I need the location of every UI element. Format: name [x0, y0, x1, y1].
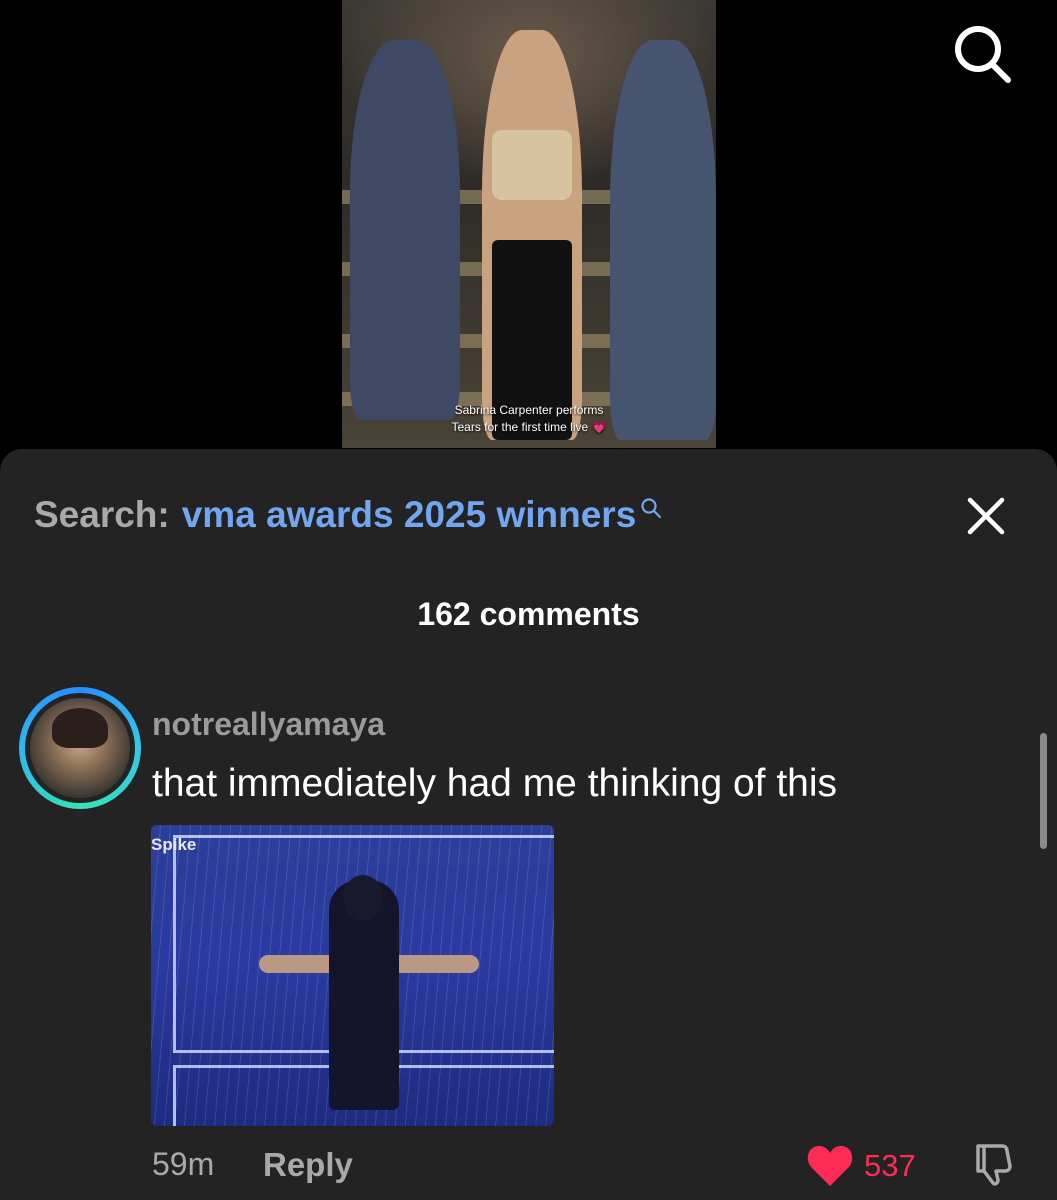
pink-heart-emoji: 💗 — [591, 420, 607, 434]
search-query-link[interactable]: vma awards 2025 winners — [182, 494, 637, 536]
thumbs-down-icon[interactable] — [968, 1140, 1016, 1188]
comment-time: 59m — [152, 1146, 215, 1182]
channel-logo: Spike — [151, 835, 197, 854]
performer-head — [343, 875, 383, 921]
comment-text: that immediately had me thinking of this — [152, 762, 838, 805]
dancer-right — [610, 40, 716, 440]
search-icon — [641, 498, 662, 519]
video-player[interactable]: Sabrina Carpenter performs Tears for the… — [0, 0, 1057, 470]
reply-button[interactable]: Reply — [263, 1146, 353, 1184]
avatar-ring-gap — [25, 693, 135, 803]
comments-count: 162 comments — [417, 596, 640, 632]
avatar-image — [30, 698, 130, 798]
video-caption: Sabrina Carpenter performs Tears for the… — [342, 402, 716, 436]
heart-icon — [807, 1146, 853, 1186]
video-caption-line2-text: Tears for the first time live — [451, 420, 589, 434]
scrollbar[interactable] — [1040, 733, 1047, 849]
like-button[interactable]: 537 — [806, 1142, 916, 1190]
singer-top — [492, 130, 572, 200]
dancer-left — [350, 40, 460, 420]
close-icon[interactable] — [962, 492, 1010, 540]
video-caption-line1: Sabrina Carpenter performs — [454, 403, 604, 417]
search-label: Search: — [34, 494, 170, 535]
like-count: 537 — [864, 1148, 916, 1183]
search-icon[interactable] — [950, 22, 1014, 86]
video-caption-line2: Tears for the first time live 💗 — [342, 419, 716, 436]
comment-image[interactable]: Spike — [151, 825, 554, 1126]
search-suggestion[interactable]: Search: vma awards 2025 winners — [34, 492, 662, 538]
video-frame[interactable]: Sabrina Carpenter performs Tears for the… — [342, 0, 716, 448]
avatar-hair — [52, 708, 108, 748]
avatar[interactable] — [19, 687, 141, 809]
comment-username[interactable]: notreallyamaya — [152, 706, 385, 743]
